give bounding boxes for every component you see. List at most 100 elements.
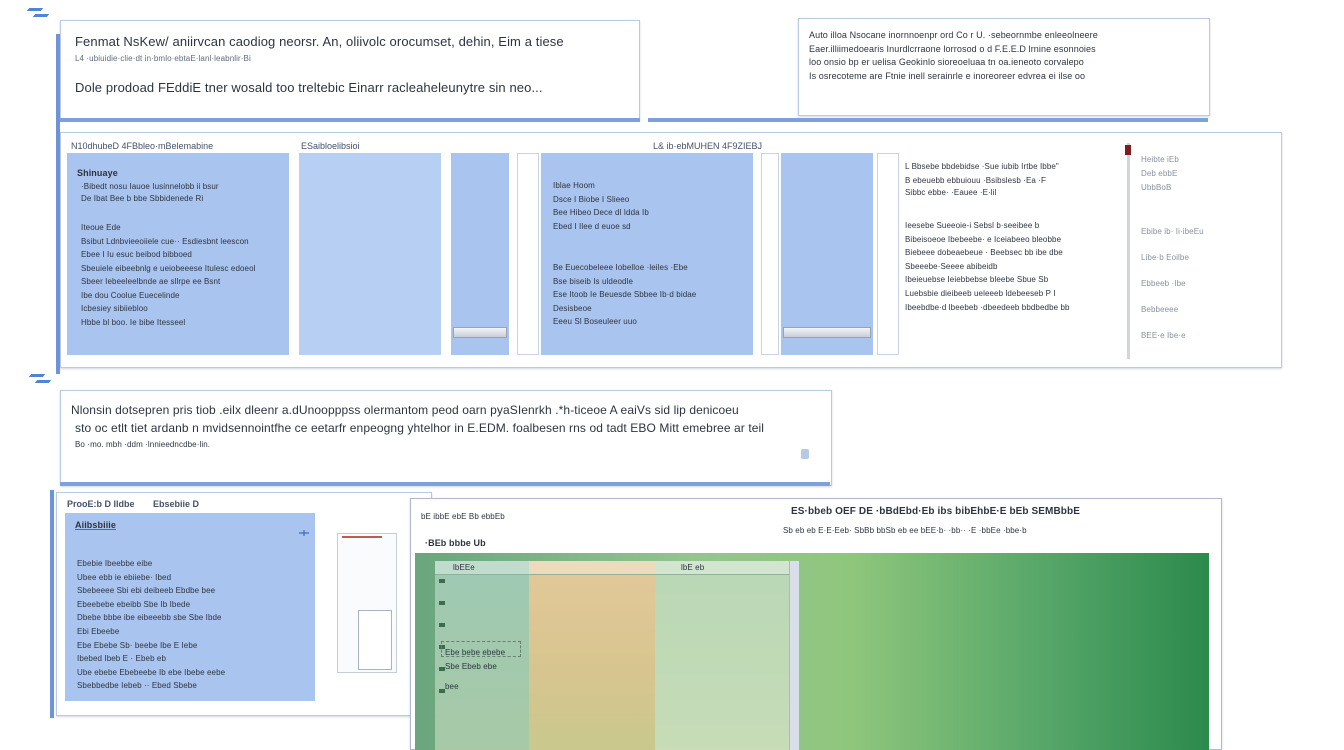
list-item[interactable]: Bse biseib Is uldeodle — [553, 275, 749, 289]
detail-line: Ibeebdbe·d lbeebeb ·dbeedeeb bbdbedbe bb — [905, 302, 1070, 312]
ok-button[interactable] — [453, 327, 507, 338]
side-panel — [451, 153, 509, 355]
column-header[interactable]: lbE eb — [681, 562, 704, 574]
window-header-left: N10dhubeD 4FBbleo·mBelemabine — [71, 141, 214, 151]
side-line: Deb ebbE — [1141, 169, 1178, 178]
list-item[interactable]: Icbesiey sibiiebloo — [81, 302, 281, 316]
list-item[interactable]: Iblae Hoom — [553, 179, 749, 193]
options-panel: Iblae Hoom Dsce I Biobe I Slieeo Bee Hib… — [541, 153, 753, 355]
list-item: ·Bibedt nosu Iauoe Iusinnelobb ii bsur — [81, 182, 219, 191]
settings-panel: Shinuaye ·Bibedt nosu Iauoe Iusinnelobb … — [67, 153, 289, 355]
top-main-window: N10dhubeD 4FBbleo·mBelemabine ESaibloeli… — [60, 132, 1282, 368]
list-item[interactable]: Ebeebebe ebeibb Sbe Ib Ibede — [77, 598, 307, 612]
side-panel — [781, 153, 873, 355]
detail-line: Ieesebe Sueeoie-i Sebsl b·seeibee b — [905, 221, 1040, 230]
window-strip — [60, 482, 830, 486]
detail-line: Ibeieuebse Ieiebbebse bleebe Sbue Sb — [905, 275, 1049, 285]
detail-column: L Bbsebe bbdebidse ·Sue iubib Irtbe Ibbe… — [903, 153, 1127, 359]
detail-line: Biebeee dobeaebeue · Beebsec bb ibe dbe — [905, 248, 1063, 258]
side-line: Bebbeeee — [1141, 305, 1179, 314]
list-item[interactable]: Dbebe bbbe ibe eibeeebb sbe Sbe Ibde — [77, 611, 307, 625]
slash-mark-icon — [26, 6, 50, 20]
list-item[interactable]: Bee Hibeo Dece dl Idda Ib — [553, 206, 749, 220]
window-header-right: Ebsebiie D — [153, 499, 200, 509]
note-line-2: L4 ·ubiuidie·clie·dt in·bmlo·ebtaE·lanl·… — [75, 54, 251, 63]
column-panel — [529, 561, 655, 750]
detail-line: Luebsbie dieibeeb ueleeeb ldebeeseb P I — [905, 288, 1056, 298]
window-subtitle: Sb eb eb E·E·Eeb· SbBb bbSb eb ee bEE·b·… — [783, 526, 1027, 535]
window-edge — [50, 490, 54, 718]
cell-label: Sbe Ebeb ebe — [445, 662, 497, 671]
detail-line: B ebeuebb ebbuiouu ·Bsibslesb ·Ea ·F — [905, 176, 1047, 185]
note-line-1: Fenmat NsKew/ aniirvcan caodiog neorsr. … — [75, 34, 564, 49]
selection-box[interactable] — [441, 641, 521, 657]
list-item[interactable]: Sbeer Iebeeleelbnde ae sllrpe ee Bsnt — [81, 275, 281, 289]
window-header-right: ESaibloelibsioi — [301, 141, 360, 151]
list-item[interactable]: Ese Itoob Ie Beuesde Sbbee Ib·d bidae — [553, 288, 749, 302]
detail-title: L Bbsebe bbdebidse ·Sue iubib Irtbe Ibbe… — [905, 162, 1059, 171]
list-item[interactable]: Ebe Ebebe Sb· beebe Ibe E Iebe — [77, 639, 307, 653]
list-item[interactable]: Be Euecobeleee Iobelloe ·leiles ·Ebe — [553, 261, 749, 275]
note-line: Eaer.illiimedoearis Inurdlcrraone lorros… — [809, 43, 1096, 54]
note-line: Auto illoa Nsocane inornnoenpr ord Co r … — [809, 30, 1098, 40]
list-item[interactable]: Ebi Ebeebe — [77, 625, 307, 639]
top-left-note: Fenmat NsKew/ aniirvcan caodiog neorsr. … — [60, 20, 640, 120]
middle-note: Nlonsin dotsepren pris tiob .eilx dleenr… — [60, 390, 832, 486]
list-item[interactable]: Ibebed Ibeb E · Ebeb eb — [77, 652, 307, 666]
settings-panel: Aiibsbiiie Ebebie Ibeebbe eibe Ubee ebb … — [65, 513, 315, 701]
note-line-3: Dole prodoad FEddiE tner wosald too trel… — [75, 80, 543, 95]
scrollbar[interactable] — [789, 561, 799, 750]
detail-line: Sibbc ebbe· ·Eauee ·E·lil — [905, 188, 997, 197]
top-right-note: Auto illoa Nsocane inornnoenpr ord Co r … — [798, 18, 1210, 116]
panel-title: Aiibsbiiie — [75, 520, 117, 530]
list-item[interactable]: Bsibut Ldnbvieeoiiele cue·· Esdiesbnt le… — [81, 235, 281, 249]
list-item[interactable]: Sbebbedbe Iebeb ·· Ebed Sbebe — [77, 679, 307, 693]
cursor-marker-icon — [1125, 145, 1131, 155]
list-item[interactable]: Desisbeoe — [553, 302, 749, 316]
apply-button[interactable] — [783, 327, 871, 338]
detail-line: Sbeeebe·Seeee abibeidb — [905, 261, 998, 271]
menu-bar[interactable]: bE ibbE ebE Bb ebbEb — [421, 511, 621, 523]
gutter — [877, 153, 899, 355]
list-item[interactable]: Dsce I Biobe I Slieeo — [553, 193, 749, 207]
gutter — [517, 153, 539, 355]
window-strip — [648, 118, 1208, 122]
list-item[interactable]: Ebed I Ilee d euoe sd — [553, 220, 749, 234]
list-item[interactable]: Hbbe bl boo. Ie bibe Itesseel — [81, 316, 281, 330]
dialog-list[interactable] — [358, 610, 392, 670]
cell-label: bee — [445, 682, 459, 691]
note-line: Is osrecoteme are Ftnie inell serainrle … — [809, 70, 1086, 81]
close-icon[interactable] — [299, 523, 309, 536]
divider — [1127, 143, 1130, 359]
list-item[interactable]: Sbeuiele eibeebnlg e ueiobeeese Itulesc … — [81, 262, 281, 276]
column-panel — [655, 561, 789, 750]
side-line: Heibte iEb — [1141, 155, 1179, 164]
preview-panel — [299, 153, 441, 355]
list-item[interactable]: Ebee I Iu esuc beibod bibboed — [81, 248, 281, 262]
list-item[interactable]: Sbebeeee Sbi ebi deibeeb Ebdbe bee — [77, 584, 307, 598]
list-item[interactable]: Eeeu Sl Boseuleer uuo — [553, 315, 749, 329]
column-header[interactable]: lbEEe — [453, 562, 475, 574]
detail-line: Bibeisoeoe Ibebeebe· e Iceiabeeo bleobbe — [905, 234, 1062, 244]
list-item[interactable]: Ibe dou Coolue Euecelinde — [81, 289, 281, 303]
window-title: ES·bbeb OEF DE ·bBdEbd·Eb ibs bibEhbE·E … — [791, 506, 1080, 517]
slash-mark-icon — [28, 372, 52, 386]
list-item[interactable]: Ube ebebe Ebebeebe Ib ebe Ibebe eebe — [77, 666, 307, 680]
bottom-right-window: ES·bbeb OEF DE ·bBdEbd·Eb ibs bibEhbE·E … — [410, 498, 1222, 750]
note-line-1: Nlonsin dotsepren pris tiob .eilx dleenr… — [71, 403, 739, 417]
side-line: Ebibe ib· Ii·ibeEu — [1141, 227, 1204, 236]
window-header-mid: L& ib·ebMUHEN 4F9ZIEBJ — [653, 141, 763, 151]
note-line-3: Bo ·mo. mbh ·ddm ·lnnieedncdbe·lin. — [75, 440, 211, 449]
accent-line — [342, 536, 382, 538]
list-item[interactable]: Iteoue Ede — [81, 221, 281, 235]
side-line: Libe·b Eoilbe — [1141, 253, 1189, 262]
scroll-indicator-icon — [801, 449, 809, 459]
window-strip — [60, 118, 640, 122]
column-header-row: lbEEe lbE eb — [435, 561, 789, 575]
list-item[interactable]: Ebebie Ibeebbe eibe — [77, 557, 307, 571]
list-item[interactable]: Ubee ebb ie ebiiebe· Ibed — [77, 571, 307, 585]
note-line-2: sto oc etlt tiet ardanb n mvidsennointfh… — [75, 421, 765, 435]
toolbar-label[interactable]: ·BEb bbbe Ub — [425, 537, 565, 551]
gutter — [761, 153, 779, 355]
side-line: Ebbeeb ·Ibe — [1141, 279, 1186, 288]
